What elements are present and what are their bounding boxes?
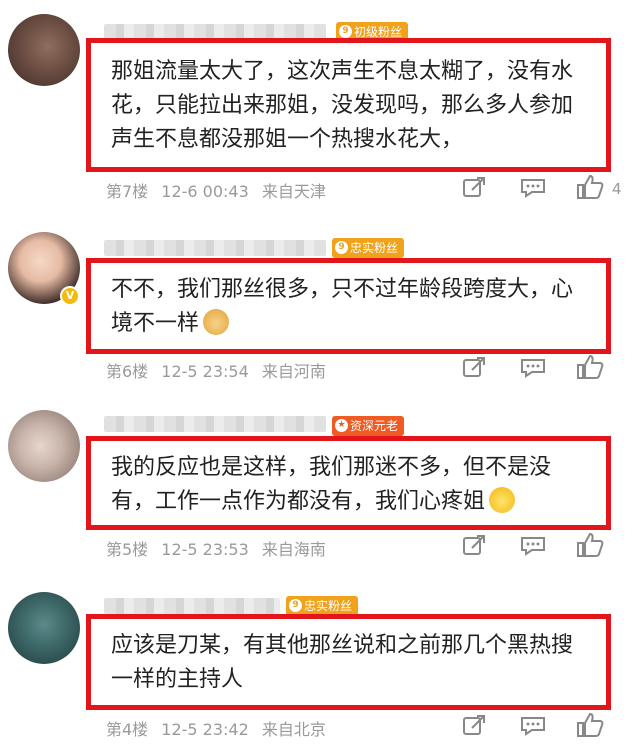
- comment-text-box: 我的反应也是这样，我们那迷不多，但不是没有，工作一点作为都没有，我们心疼姐: [86, 436, 611, 530]
- comment-text: 那姐流量太大了，这次声生不息太糊了，没有水花，只能拉出来那姐，没发现吗，那么多人…: [111, 59, 574, 152]
- floor-label: 第4楼: [106, 720, 149, 739]
- share-icon[interactable]: [462, 356, 486, 378]
- timestamp: 12-5 23:54: [161, 362, 249, 381]
- location: 来自天津: [261, 182, 326, 201]
- comment-icon[interactable]: [520, 536, 546, 556]
- timestamp: 12-6 00:43: [161, 182, 249, 201]
- share-icon[interactable]: [462, 176, 486, 198]
- comment-meta: 第7楼 12-6 00:43 来自天津: [106, 178, 334, 202]
- avatar[interactable]: [8, 14, 80, 86]
- like-icon[interactable]: [576, 712, 604, 738]
- nickname-blurred[interactable]: [104, 416, 326, 432]
- timestamp: 12-5 23:42: [161, 720, 249, 739]
- share-icon[interactable]: [462, 714, 486, 736]
- fan-badge: ★ 资深元老: [332, 416, 405, 436]
- floor-label: 第7楼: [106, 182, 149, 201]
- fan-badge: 9 忠实粉丝: [286, 596, 359, 616]
- comment-icon[interactable]: [520, 178, 546, 198]
- location: 来自河南: [261, 362, 326, 381]
- comment-meta: 第4楼 12-5 23:42 来自北京: [106, 716, 334, 740]
- nickname-blurred[interactable]: [104, 240, 326, 256]
- comment-text-box: 应该是刀某，有其他那丝说和之前那几个黑热搜一样的主持人: [86, 614, 611, 710]
- fan-badge: 9 忠实粉丝: [332, 238, 405, 258]
- nickname-blurred[interactable]: [104, 598, 280, 614]
- comment-meta: 第6楼 12-5 23:54 来自河南: [106, 358, 334, 382]
- like-count: 4: [612, 180, 622, 198]
- like-icon[interactable]: [576, 354, 604, 380]
- badge-icon: 9: [339, 25, 352, 38]
- floor-label: 第5楼: [106, 540, 149, 559]
- comment-text: 应该是刀某，有其他那丝说和之前那几个黑热搜一样的主持人: [111, 633, 574, 692]
- share-icon[interactable]: [462, 534, 486, 556]
- comment-text: 不不，我们那丝很多，只不过年龄段跨度大，心境不一样: [111, 277, 574, 336]
- badge-icon: 9: [289, 599, 302, 612]
- like-icon[interactable]: [576, 174, 604, 200]
- timestamp: 12-5 23:53: [161, 540, 249, 559]
- location: 来自北京: [261, 720, 326, 739]
- badge-icon: 9: [335, 241, 348, 254]
- comment-text: 我的反应也是这样，我们那迷不多，但不是没有，工作一点作为都没有，我们心疼姐: [111, 455, 552, 514]
- comment-icon[interactable]: [520, 358, 546, 378]
- comment-text-box: 不不，我们那丝很多，只不过年龄段跨度大，心境不一样: [86, 258, 611, 354]
- avatar[interactable]: [8, 592, 80, 664]
- comment-icon[interactable]: [520, 716, 546, 736]
- verified-v-icon: V: [60, 286, 80, 306]
- like-icon[interactable]: [576, 532, 604, 558]
- avatar[interactable]: [8, 410, 80, 482]
- location: 来自海南: [261, 540, 326, 559]
- dog-emoji-icon: [203, 309, 230, 335]
- crying-emoji-icon: [489, 487, 516, 513]
- floor-label: 第6楼: [106, 362, 149, 381]
- comment-meta: 第5楼 12-5 23:53 来自海南: [106, 536, 334, 560]
- comment-text-box: 那姐流量太大了，这次声生不息太糊了，没有水花，只能拉出来那姐，没发现吗，那么多人…: [86, 38, 611, 172]
- badge-icon: ★: [335, 419, 348, 432]
